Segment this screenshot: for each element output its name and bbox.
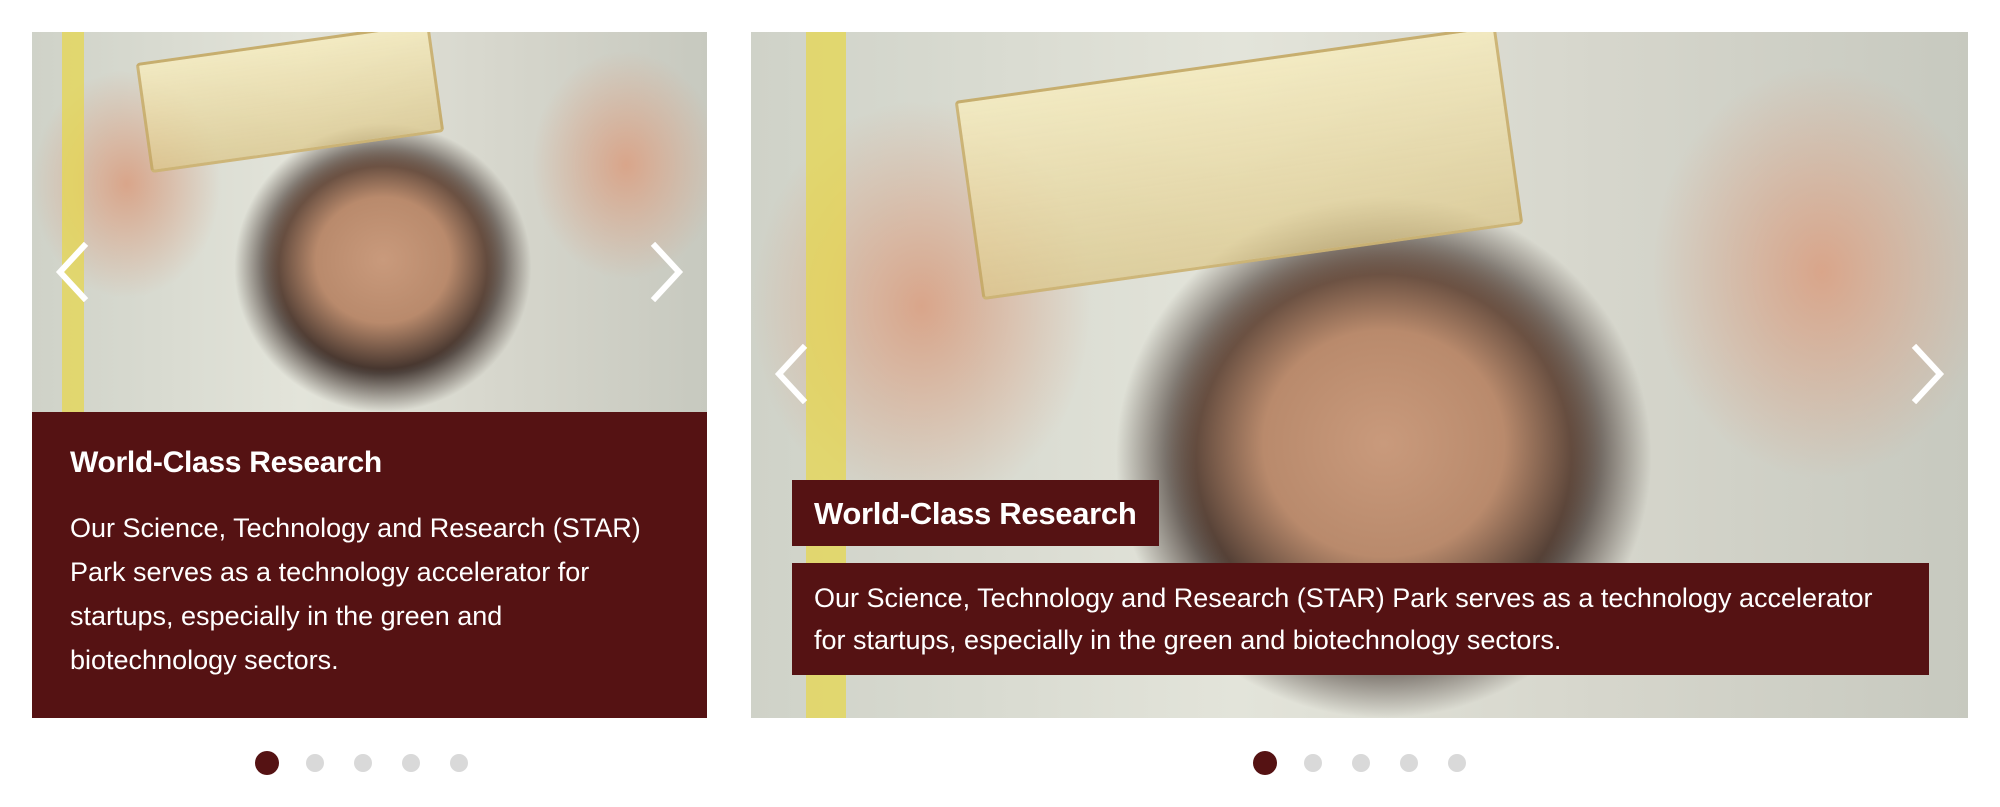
- prev-slide-button[interactable]: [771, 344, 811, 404]
- slide-description: Our Science, Technology and Research (ST…: [70, 513, 641, 675]
- slide-photo: [32, 32, 707, 412]
- pagination-dot-1[interactable]: [255, 751, 279, 775]
- pagination-dot-5[interactable]: [1448, 754, 1466, 772]
- pagination-dot-5[interactable]: [450, 754, 468, 772]
- prev-slide-button[interactable]: [52, 242, 92, 302]
- pagination-dot-3[interactable]: [1352, 754, 1370, 772]
- carousel-slide: World-Class Research Our Science, Techno…: [751, 32, 1968, 718]
- carousel-pagination: [1253, 751, 1496, 775]
- chevron-left-icon: [774, 344, 808, 404]
- chevron-left-icon: [55, 242, 89, 302]
- pagination-dot-3[interactable]: [354, 754, 372, 772]
- carousel-overlay: World-Class Research Our Science, Techno…: [751, 32, 1968, 718]
- carousel-pagination: [255, 751, 498, 775]
- slide-title: World-Class Research: [792, 480, 1159, 546]
- pagination-dot-4[interactable]: [1400, 754, 1418, 772]
- carousel-slide: World-Class Research Our Science, Techno…: [32, 32, 707, 718]
- chevron-right-icon: [1911, 344, 1945, 404]
- pagination-dot-4[interactable]: [402, 754, 420, 772]
- next-slide-button[interactable]: [647, 242, 687, 302]
- chevron-right-icon: [650, 242, 684, 302]
- next-slide-button[interactable]: [1908, 344, 1948, 404]
- slide-description: Our Science, Technology and Research (ST…: [792, 563, 1929, 675]
- pagination-dot-1[interactable]: [1253, 751, 1277, 775]
- pagination-dot-2[interactable]: [1304, 754, 1322, 772]
- pagination-dot-2[interactable]: [306, 754, 324, 772]
- slide-caption: World-Class Research Our Science, Techno…: [32, 412, 707, 718]
- slide-title: World-Class Research: [70, 446, 382, 479]
- carousel-stacked: World-Class Research Our Science, Techno…: [32, 32, 707, 718]
